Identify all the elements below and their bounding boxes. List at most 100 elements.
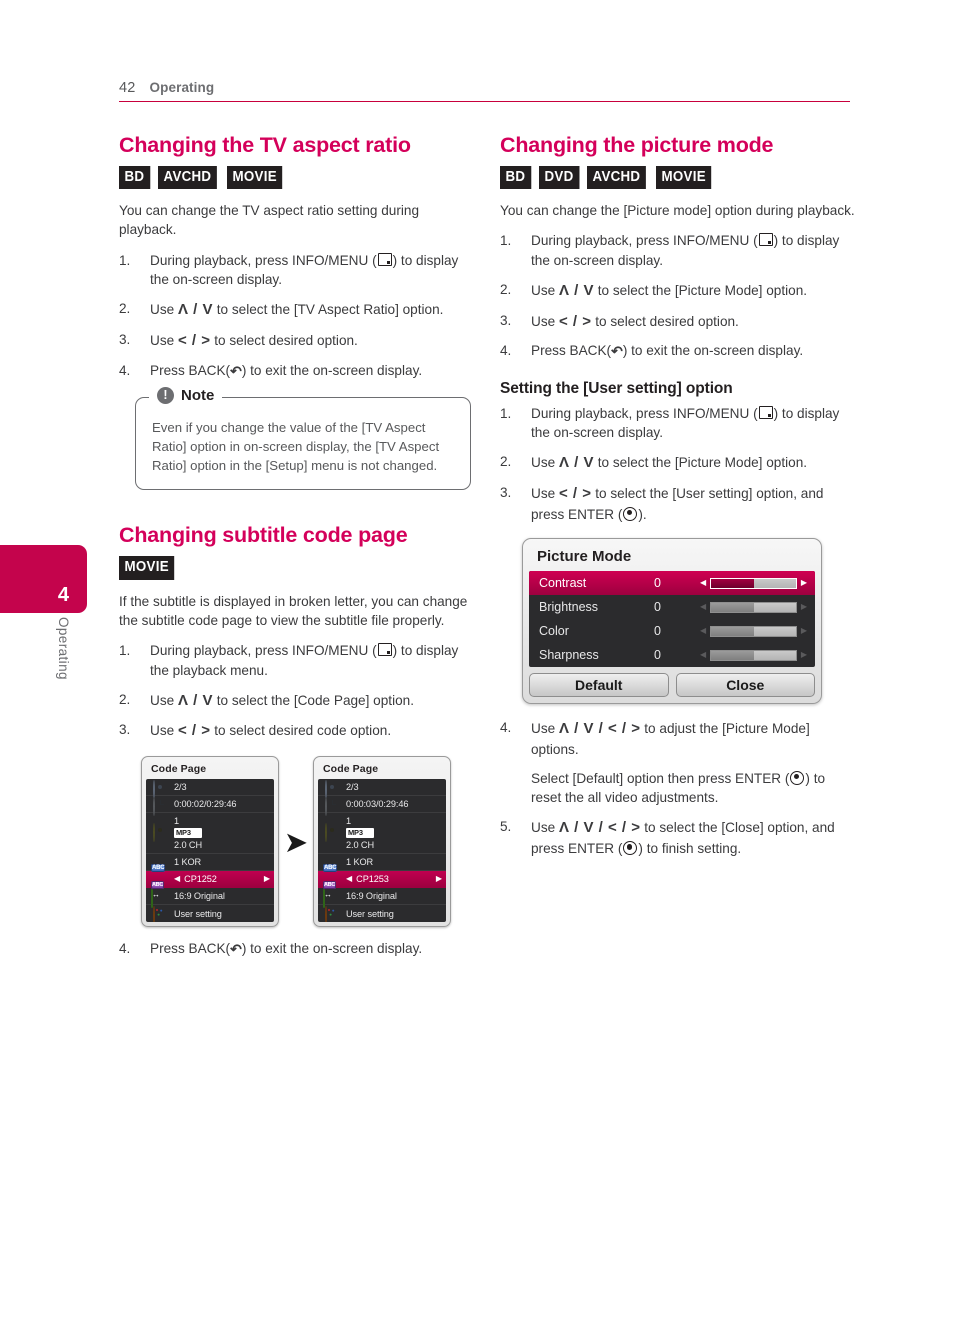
osd-item-audio[interactable]: 1 MP3 2.0 CH <box>318 813 446 854</box>
osd-row-color[interactable]: Color 0 ◀ ▶ <box>529 619 815 643</box>
back-icon: ↶ <box>230 941 242 957</box>
left-arrow-icon[interactable]: ◀ <box>700 579 706 587</box>
note-callout: ! Note Even if you change the value of t… <box>135 386 471 491</box>
info-menu-icon <box>377 643 392 657</box>
close-button[interactable]: Close <box>675 673 815 698</box>
step-number: 1. <box>119 252 131 268</box>
right-arrow-icon[interactable]: ▶ <box>801 579 807 587</box>
steps-user-setting: 1. During playback, press INFO/MENU () to… <box>500 404 855 525</box>
osd-item-value: 16:9 Original <box>346 891 397 901</box>
steps-tv-aspect-ratio: 1. During playback, press INFO/MENU () to… <box>119 251 474 381</box>
osd-row-sharpness[interactable]: Sharpness 0 ◀ ▶ <box>529 643 815 667</box>
step-item: 1. During playback, press INFO/MENU () to… <box>119 641 474 680</box>
step-number: 2. <box>500 281 512 297</box>
osd-item-value: 16:9 Original <box>174 891 225 901</box>
note-box: Even if you change the value of the [TV … <box>135 396 471 491</box>
updown-keys-icon: Λ / V <box>177 301 213 319</box>
back-icon: ↶ <box>611 343 623 360</box>
audio-icon <box>322 816 341 842</box>
osd-row-slider-wrap: ◀ ▶ <box>700 601 807 613</box>
osd-item-time[interactable]: 0:00:02/0:29:46 <box>146 796 274 816</box>
left-arrow-icon[interactable]: ◀ <box>700 627 706 635</box>
info-menu-icon <box>758 405 773 419</box>
section-title-picture-mode: Changing the picture mode <box>500 133 774 157</box>
osd-row-brightness[interactable]: Brightness 0 ◀ ▶ <box>529 595 815 619</box>
chapter-number: 4 <box>57 584 69 606</box>
osd-item-title-chapter[interactable]: 2/3 <box>318 779 446 799</box>
step-text-a: Use <box>531 313 559 329</box>
osd-item-value: 2/3 <box>174 782 187 792</box>
right-arrow-icon[interactable]: ▶ <box>801 651 807 659</box>
clock-icon <box>150 796 169 816</box>
osd-item-title-chapter[interactable]: 2/3 <box>146 779 274 799</box>
osd-audio-channels: 2.0 CH <box>174 840 202 850</box>
osd-item-time[interactable]: 0:00:03/0:29:46 <box>318 796 446 816</box>
osd-picture-mode: Picture Mode Contrast 0 ◀ ▶ Brightness 0… <box>522 538 822 705</box>
step-text-a: Use <box>531 455 559 471</box>
subsection-title-user-setting: Setting the [User setting] option <box>500 379 733 397</box>
osd-picture-mode-title: Picture Mode <box>537 548 632 566</box>
osd-item-picture-mode[interactable]: User setting <box>146 905 274 922</box>
step-item: 3. Use < / > to select desired code optio… <box>119 720 474 742</box>
steps-subtitle-code-page-final: 4. Press BACK(↶) to exit the on-screen di… <box>119 939 474 959</box>
right-arrow-icon[interactable]: ▶ <box>801 627 807 635</box>
osd-item-subtitle[interactable]: ABC 1 KOR <box>146 854 274 872</box>
osd-row-value: 0 <box>654 576 661 591</box>
steps-subtitle-code-page: 1. During playback, press INFO/MENU () to… <box>119 641 474 742</box>
step-text-a: Use <box>150 723 178 739</box>
aspect-ratio-icon <box>150 888 169 908</box>
step-number: 3. <box>500 312 512 328</box>
brightness-slider[interactable] <box>710 601 797 613</box>
right-arrow-icon[interactable]: ▶ <box>264 875 270 883</box>
enter-icon <box>790 770 805 785</box>
osd-row-contrast[interactable]: Contrast 0 ◀ ▶ <box>529 571 815 596</box>
left-arrow-icon[interactable]: ◀ <box>174 875 180 883</box>
osd-picture-mode-rows: Contrast 0 ◀ ▶ Brightness 0 ◀ ▶ Color 0 … <box>529 571 815 668</box>
osd-audio-channels: 2.0 CH <box>346 840 374 850</box>
osd-item-code-page[interactable]: ABC ◀ CP1253 ▶ <box>318 871 446 889</box>
left-column: Changing the TV aspect ratio BD AVCHD MO… <box>119 133 474 968</box>
step-number: 5. <box>500 819 512 835</box>
right-arrow-icon[interactable]: ▶ <box>436 875 442 883</box>
left-arrow-icon[interactable]: ◀ <box>346 875 352 883</box>
disc-icon <box>150 779 169 799</box>
format-badges-picture-mode: BD DVD AVCHD MOVIE <box>500 165 855 190</box>
intro-text-picture-mode: You can change the [Picture mode] option… <box>500 203 855 219</box>
step-text-a: Press BACK( <box>150 941 231 956</box>
osd-item-picture-mode[interactable]: User setting <box>318 905 446 922</box>
default-button[interactable]: Default <box>529 673 669 698</box>
osd-item-aspect-ratio[interactable]: 16:9 Original <box>318 888 446 908</box>
badge-avchd: AVCHD <box>587 165 646 190</box>
sharpness-slider[interactable] <box>710 649 797 661</box>
osd-row-label: Sharpness <box>539 648 599 663</box>
left-arrow-icon[interactable]: ◀ <box>700 651 706 659</box>
osd-row-value: 0 <box>654 600 661 615</box>
osd-item-code-page[interactable]: ABC ◀ CP1252 ▶ <box>146 871 274 889</box>
badge-movie: MOVIE <box>119 556 175 580</box>
osd-item-value: 1 KOR <box>346 857 374 867</box>
left-arrow-icon[interactable]: ◀ <box>700 603 706 611</box>
step-item: 3. Use < / > to select the [User setting]… <box>500 483 855 524</box>
step-text-a: During playback, press INFO/MENU ( <box>531 233 758 249</box>
osd-item-value: User setting <box>346 908 394 919</box>
disc-icon <box>322 779 341 799</box>
step-text-b: to select the [TV Aspect Ratio] option. <box>212 302 444 318</box>
color-slider[interactable] <box>710 625 797 637</box>
note-text: Even if you change the value of the [TV … <box>152 419 440 474</box>
step-number: 2. <box>119 691 131 707</box>
right-arrow-icon[interactable]: ▶ <box>801 603 807 611</box>
step-item: 4. Press BACK(↶) to exit the on-screen di… <box>119 939 474 959</box>
step-item: 1. During playback, press INFO/MENU () to… <box>500 231 855 270</box>
steps-user-setting-after: 4. Use Λ / V / < / > to adjust the [Pictu… <box>500 718 855 759</box>
palette-icon <box>150 906 169 922</box>
right-arrow-icon: ➤ <box>285 826 307 857</box>
osd-row-label: Color <box>539 624 569 639</box>
contrast-slider[interactable] <box>710 577 797 589</box>
chapter-label: Operating <box>56 617 71 680</box>
osd-item-aspect-ratio[interactable]: 16:9 Original <box>146 888 274 908</box>
header-divider <box>119 101 850 103</box>
osd-picture-mode-buttons: Default Close <box>529 667 815 698</box>
osd-item-audio[interactable]: 1 MP3 2.0 CH <box>146 813 274 854</box>
chapter-tab: 4 <box>0 545 87 613</box>
osd-item-subtitle[interactable]: ABC 1 KOR <box>318 854 446 872</box>
